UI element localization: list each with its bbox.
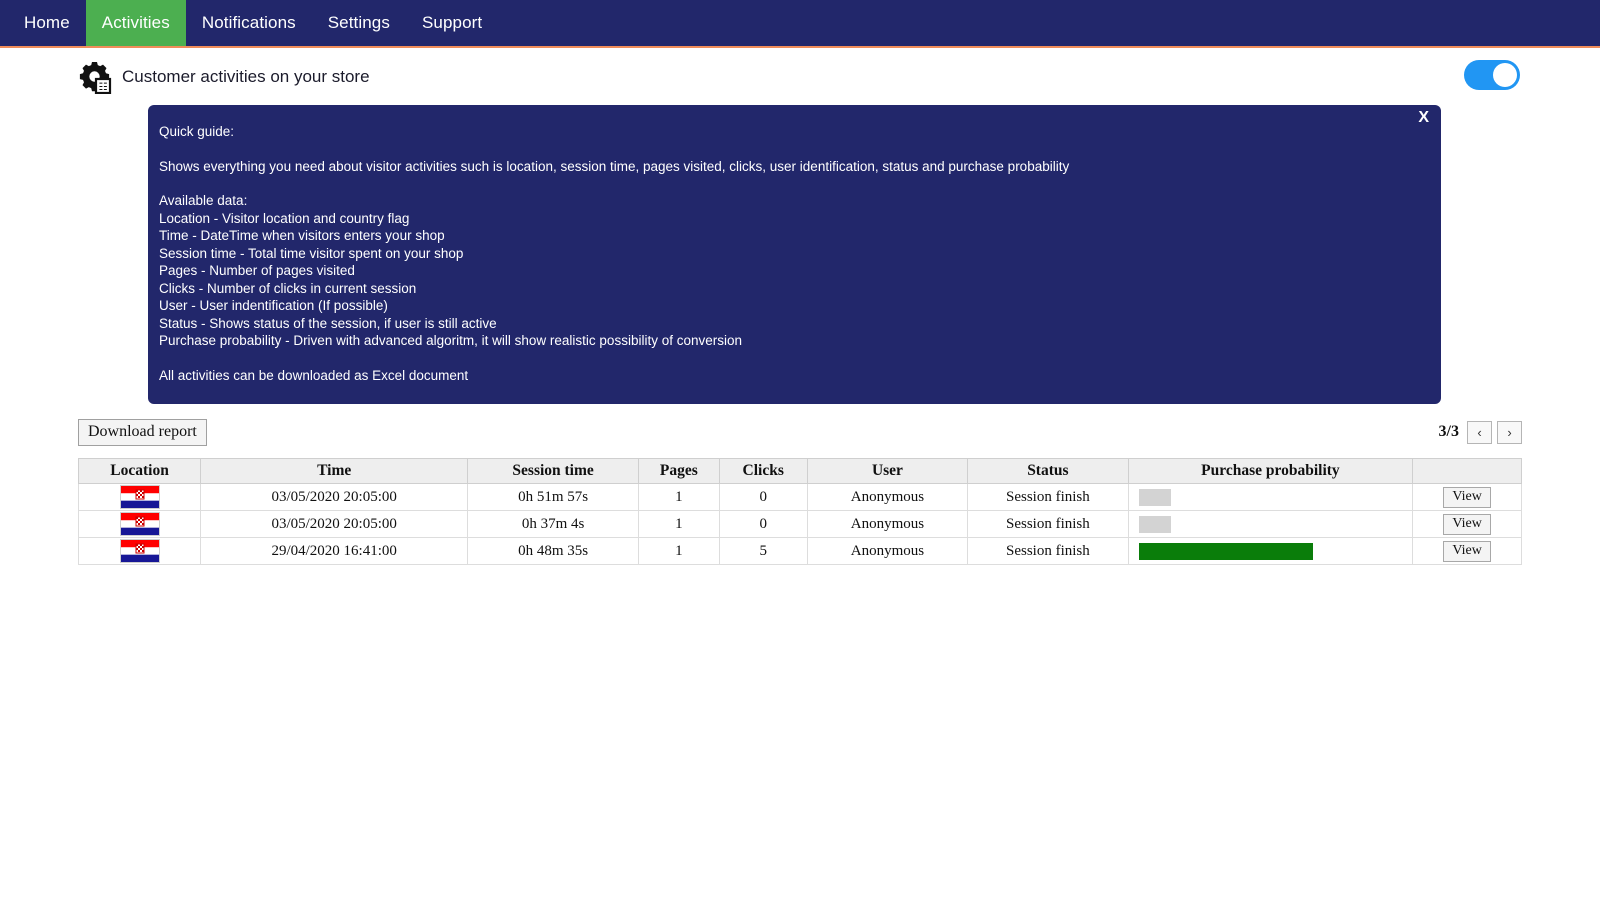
guide-spacer [159,141,1419,158]
nav-item-support[interactable]: Support [406,0,498,46]
cell-pages: 1 [638,483,720,511]
guide-line: Status - Shows status of the session, if… [159,315,497,331]
column-header-time: Time [200,458,469,484]
cell-actions: View [1412,510,1522,538]
cell-location [77,537,202,565]
croatia-flag-icon [119,485,160,509]
cell-session-time: 0h 48m 35s [467,537,639,565]
cell-location [77,483,202,511]
prev-page-button[interactable]: ‹ [1467,420,1492,444]
guide-line: Session time - Total time visitor spent … [159,245,464,261]
probability-bar [1138,515,1172,533]
quick-guide-panel: X Quick guide: Shows everything you need… [148,105,1441,404]
cell-time: 03/05/2020 20:05:00 [200,483,469,511]
nav-label: Notifications [201,13,296,32]
column-header-location: Location [77,458,202,484]
cell-user: Anonymous [806,537,969,565]
column-header-status: Status [967,458,1129,484]
cell-pages: 1 [638,537,720,565]
cell-location [77,510,202,538]
cell-session-time: 0h 51m 57s [467,483,639,511]
main-navbar: Home Activities Notifications Settings S… [0,0,1600,46]
close-icon[interactable]: X [1418,110,1429,126]
guide-line: Location - Visitor location and country … [159,210,410,226]
table-body: 03/05/2020 20:05:00 0h 51m 57s 1 0 Anony… [77,483,1522,565]
cell-purchase-probability [1127,537,1414,565]
next-page-button[interactable]: › [1497,420,1522,444]
column-header-pages: Pages [638,458,720,484]
nav-label: Home [24,13,70,32]
pagination: 3/3 ‹ › [1438,420,1522,444]
page-indicator: 3/3 [1438,423,1459,440]
guide-line: Quick guide: [159,124,235,139]
cell-status: Session finish [967,510,1129,538]
column-header-session-time: Session time [467,458,639,484]
page-title: Customer activities on your store [122,67,370,86]
cell-status: Session finish [967,537,1129,565]
guide-line: Shows everything you need about visitor … [159,158,1070,174]
nav-label: Activities [101,13,170,32]
cell-session-time: 0h 37m 4s [467,510,639,538]
croatia-flag-icon [119,539,160,563]
table-toolbar: Download report 3/3 ‹ › [78,418,1522,446]
table-row: 29/04/2020 16:41:00 0h 48m 35s 1 5 Anony… [77,537,1522,565]
croatia-flag-icon [119,512,160,536]
table-row: 03/05/2020 20:05:00 0h 51m 57s 1 0 Anony… [77,483,1522,511]
column-header-user: User [806,458,969,484]
table-row: 03/05/2020 20:05:00 0h 37m 4s 1 0 Anonym… [77,510,1522,538]
cell-pages: 1 [638,510,720,538]
nav-label: Support [421,13,483,32]
cell-actions: View [1412,537,1522,565]
guide-line: Available data: [159,193,248,208]
cell-actions: View [1412,483,1522,511]
guide-spacer [159,175,1419,192]
svg-text:☷: ☷ [99,82,108,93]
cell-purchase-probability [1127,510,1414,538]
table-header-row: Location Time Session time Pages Clicks … [77,458,1522,484]
cell-user: Anonymous [806,483,969,511]
cell-time: 29/04/2020 16:41:00 [200,537,469,565]
guide-line: Time - DateTime when visitors enters you… [159,228,445,243]
guide-line: All activities can be downloaded as Exce… [159,367,469,383]
cell-time: 03/05/2020 20:05:00 [200,510,469,538]
cell-clicks: 5 [718,537,808,565]
cell-user: Anonymous [806,510,969,538]
page-header: ☷ Customer activities on your store [0,48,1600,106]
download-report-button[interactable]: Download report [78,418,207,446]
nav-item-home[interactable]: Home [8,0,86,46]
toggle-knob [1493,63,1517,87]
column-header-clicks: Clicks [718,458,808,484]
probability-bar [1138,542,1314,560]
view-button[interactable]: View [1443,486,1491,508]
nav-item-activities[interactable]: Activities [85,0,186,46]
gear-document-icon: ☷ [78,60,112,95]
guide-line: Pages - Number of pages visited [159,263,355,278]
table-head: Location Time Session time Pages Clicks … [77,458,1522,484]
guide-line: Purchase probability - Driven with advan… [159,333,742,348]
cell-status: Session finish [967,483,1129,511]
activities-toggle-switch[interactable] [1464,60,1520,90]
cell-clicks: 0 [718,483,808,511]
probability-bar [1138,488,1172,506]
guide-line: User - User indentification (If possible… [159,298,388,313]
column-header-actions [1412,458,1522,484]
guide-line: Clicks - Number of clicks in current ses… [159,280,417,296]
guide-spacer [159,350,1419,367]
activities-table: Location Time Session time Pages Clicks … [77,458,1522,565]
nav-label: Settings [327,13,390,32]
view-button[interactable]: View [1443,513,1491,535]
nav-item-notifications[interactable]: Notifications [186,0,312,46]
cell-clicks: 0 [718,510,808,538]
nav-item-settings[interactable]: Settings [312,0,406,46]
view-button[interactable]: View [1443,540,1491,562]
column-header-purchase-probability: Purchase probability [1127,458,1414,484]
activities-table-wrapper: Location Time Session time Pages Clicks … [77,458,1522,565]
cell-purchase-probability [1127,483,1414,511]
